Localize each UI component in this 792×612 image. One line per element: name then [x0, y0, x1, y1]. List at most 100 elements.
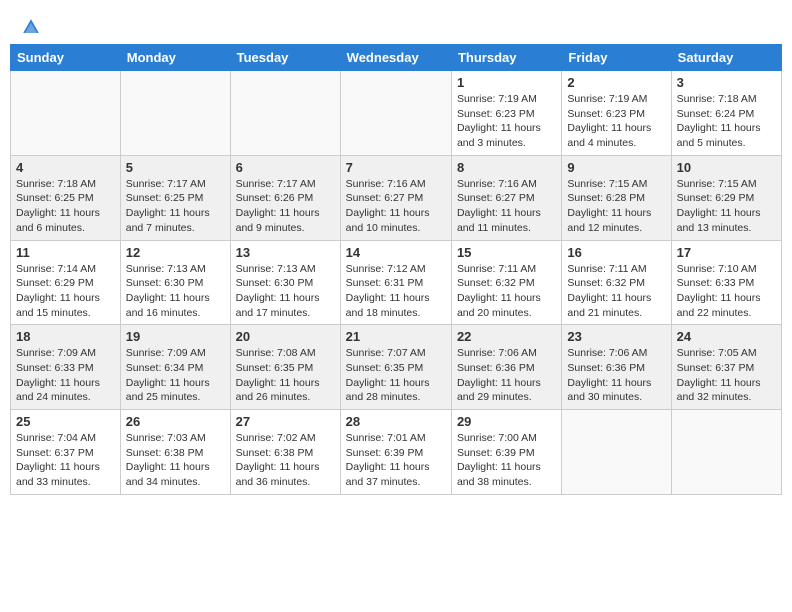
day-number: 23 [567, 329, 665, 344]
day-info: Sunrise: 7:02 AM Sunset: 6:38 PM Dayligh… [236, 431, 335, 490]
day-info: Sunrise: 7:09 AM Sunset: 6:33 PM Dayligh… [16, 346, 115, 405]
col-header-saturday: Saturday [671, 45, 781, 71]
col-header-tuesday: Tuesday [230, 45, 340, 71]
day-cell [120, 71, 230, 156]
day-number: 28 [346, 414, 446, 429]
day-info: Sunrise: 7:19 AM Sunset: 6:23 PM Dayligh… [457, 92, 556, 151]
day-cell: 16 Sunrise: 7:11 AM Sunset: 6:32 PM Dayli… [562, 240, 671, 325]
col-header-monday: Monday [120, 45, 230, 71]
week-row-5: 25 Sunrise: 7:04 AM Sunset: 6:37 PM Dayli… [11, 410, 782, 495]
day-number: 9 [567, 160, 665, 175]
logo [20, 18, 44, 36]
day-number: 19 [126, 329, 225, 344]
day-info: Sunrise: 7:19 AM Sunset: 6:23 PM Dayligh… [567, 92, 665, 151]
day-info: Sunrise: 7:10 AM Sunset: 6:33 PM Dayligh… [677, 262, 776, 321]
day-info: Sunrise: 7:15 AM Sunset: 6:28 PM Dayligh… [567, 177, 665, 236]
day-cell: 11 Sunrise: 7:14 AM Sunset: 6:29 PM Dayli… [11, 240, 121, 325]
day-cell: 9 Sunrise: 7:15 AM Sunset: 6:28 PM Daylig… [562, 155, 671, 240]
calendar-table: SundayMondayTuesdayWednesdayThursdayFrid… [10, 44, 782, 495]
day-number: 14 [346, 245, 446, 260]
day-number: 15 [457, 245, 556, 260]
day-cell: 12Sunrise: 7:13 AM Sunset: 6:30 PM Dayli… [120, 240, 230, 325]
day-number: 10 [677, 160, 776, 175]
week-row-2: 4 Sunrise: 7:18 AM Sunset: 6:25 PM Daylig… [11, 155, 782, 240]
day-number: 18 [16, 329, 115, 344]
day-number: 4 [16, 160, 115, 175]
day-info: Sunrise: 7:17 AM Sunset: 6:25 PM Dayligh… [126, 177, 225, 236]
day-cell [671, 410, 781, 495]
week-row-1: 1 Sunrise: 7:19 AM Sunset: 6:23 PM Daylig… [11, 71, 782, 156]
day-number: 27 [236, 414, 335, 429]
day-cell: 15 Sunrise: 7:11 AM Sunset: 6:32 PM Dayli… [451, 240, 561, 325]
day-info: Sunrise: 7:09 AM Sunset: 6:34 PM Dayligh… [126, 346, 225, 405]
day-number: 29 [457, 414, 556, 429]
day-info: Sunrise: 7:03 AM Sunset: 6:38 PM Dayligh… [126, 431, 225, 490]
day-cell: 20 Sunrise: 7:08 AM Sunset: 6:35 PM Dayli… [230, 325, 340, 410]
day-info: Sunrise: 7:13 AM Sunset: 6:30 PM Dayligh… [236, 262, 335, 321]
day-cell: 24 Sunrise: 7:05 AM Sunset: 6:37 PM Dayli… [671, 325, 781, 410]
day-cell: 1 Sunrise: 7:19 AM Sunset: 6:23 PM Daylig… [451, 71, 561, 156]
day-cell: 2Sunrise: 7:19 AM Sunset: 6:23 PM Daylig… [562, 71, 671, 156]
day-number: 16 [567, 245, 665, 260]
day-info: Sunrise: 7:16 AM Sunset: 6:27 PM Dayligh… [346, 177, 446, 236]
day-info: Sunrise: 7:04 AM Sunset: 6:37 PM Dayligh… [16, 431, 115, 490]
day-info: Sunrise: 7:18 AM Sunset: 6:25 PM Dayligh… [16, 177, 115, 236]
page-header [10, 10, 782, 40]
day-number: 5 [126, 160, 225, 175]
day-number: 13 [236, 245, 335, 260]
header-row: SundayMondayTuesdayWednesdayThursdayFrid… [11, 45, 782, 71]
day-cell: 5 Sunrise: 7:17 AM Sunset: 6:25 PM Daylig… [120, 155, 230, 240]
day-info: Sunrise: 7:11 AM Sunset: 6:32 PM Dayligh… [457, 262, 556, 321]
day-info: Sunrise: 7:06 AM Sunset: 6:36 PM Dayligh… [567, 346, 665, 405]
day-number: 7 [346, 160, 446, 175]
day-cell: 3Sunrise: 7:18 AM Sunset: 6:24 PM Daylig… [671, 71, 781, 156]
col-header-thursday: Thursday [451, 45, 561, 71]
week-row-4: 18 Sunrise: 7:09 AM Sunset: 6:33 PM Dayli… [11, 325, 782, 410]
day-cell [230, 71, 340, 156]
day-info: Sunrise: 7:15 AM Sunset: 6:29 PM Dayligh… [677, 177, 776, 236]
day-cell: 18 Sunrise: 7:09 AM Sunset: 6:33 PM Dayli… [11, 325, 121, 410]
day-info: Sunrise: 7:07 AM Sunset: 6:35 PM Dayligh… [346, 346, 446, 405]
day-number: 24 [677, 329, 776, 344]
day-info: Sunrise: 7:13 AM Sunset: 6:30 PM Dayligh… [126, 262, 225, 321]
day-info: Sunrise: 7:17 AM Sunset: 6:26 PM Dayligh… [236, 177, 335, 236]
day-number: 25 [16, 414, 115, 429]
day-info: Sunrise: 7:00 AM Sunset: 6:39 PM Dayligh… [457, 431, 556, 490]
col-header-sunday: Sunday [11, 45, 121, 71]
day-cell: 26Sunrise: 7:03 AM Sunset: 6:38 PM Dayli… [120, 410, 230, 495]
day-info: Sunrise: 7:06 AM Sunset: 6:36 PM Dayligh… [457, 346, 556, 405]
day-cell: 17 Sunrise: 7:10 AM Sunset: 6:33 PM Dayli… [671, 240, 781, 325]
day-cell: 25 Sunrise: 7:04 AM Sunset: 6:37 PM Dayli… [11, 410, 121, 495]
day-cell: 19 Sunrise: 7:09 AM Sunset: 6:34 PM Dayli… [120, 325, 230, 410]
day-cell: 7 Sunrise: 7:16 AM Sunset: 6:27 PM Daylig… [340, 155, 451, 240]
col-header-wednesday: Wednesday [340, 45, 451, 71]
day-info: Sunrise: 7:14 AM Sunset: 6:29 PM Dayligh… [16, 262, 115, 321]
day-cell: 6 Sunrise: 7:17 AM Sunset: 6:26 PM Daylig… [230, 155, 340, 240]
day-cell: 27 Sunrise: 7:02 AM Sunset: 6:38 PM Dayli… [230, 410, 340, 495]
day-info: Sunrise: 7:16 AM Sunset: 6:27 PM Dayligh… [457, 177, 556, 236]
day-cell [340, 71, 451, 156]
day-number: 22 [457, 329, 556, 344]
day-number: 17 [677, 245, 776, 260]
day-cell: 23 Sunrise: 7:06 AM Sunset: 6:36 PM Dayli… [562, 325, 671, 410]
day-info: Sunrise: 7:08 AM Sunset: 6:35 PM Dayligh… [236, 346, 335, 405]
day-cell [562, 410, 671, 495]
day-number: 1 [457, 75, 556, 90]
day-cell: 10 Sunrise: 7:15 AM Sunset: 6:29 PM Dayli… [671, 155, 781, 240]
day-cell: 28 Sunrise: 7:01 AM Sunset: 6:39 PM Dayli… [340, 410, 451, 495]
day-info: Sunrise: 7:12 AM Sunset: 6:31 PM Dayligh… [346, 262, 446, 321]
day-info: Sunrise: 7:11 AM Sunset: 6:32 PM Dayligh… [567, 262, 665, 321]
day-cell: 13 Sunrise: 7:13 AM Sunset: 6:30 PM Dayli… [230, 240, 340, 325]
day-number: 3 [677, 75, 776, 90]
day-number: 8 [457, 160, 556, 175]
day-cell: 22 Sunrise: 7:06 AM Sunset: 6:36 PM Dayli… [451, 325, 561, 410]
day-number: 6 [236, 160, 335, 175]
day-number: 20 [236, 329, 335, 344]
week-row-3: 11 Sunrise: 7:14 AM Sunset: 6:29 PM Dayli… [11, 240, 782, 325]
day-cell: 4 Sunrise: 7:18 AM Sunset: 6:25 PM Daylig… [11, 155, 121, 240]
day-info: Sunrise: 7:01 AM Sunset: 6:39 PM Dayligh… [346, 431, 446, 490]
day-cell: 29 Sunrise: 7:00 AM Sunset: 6:39 PM Dayli… [451, 410, 561, 495]
day-number: 11 [16, 245, 115, 260]
day-cell: 21Sunrise: 7:07 AM Sunset: 6:35 PM Dayli… [340, 325, 451, 410]
day-info: Sunrise: 7:05 AM Sunset: 6:37 PM Dayligh… [677, 346, 776, 405]
